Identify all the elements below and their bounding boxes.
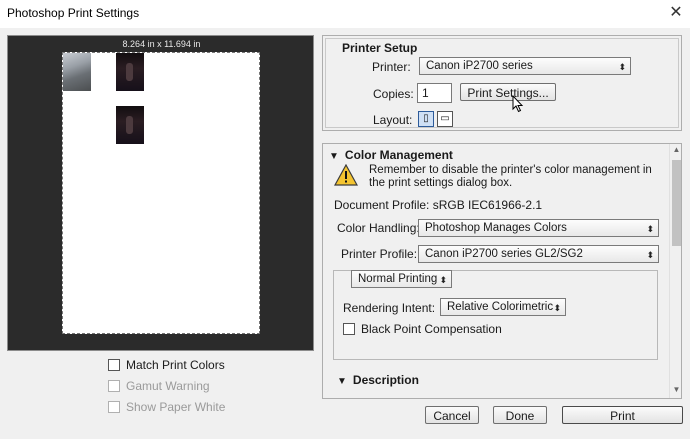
layout-label: Layout: — [373, 113, 413, 127]
printer-label: Printer: — [372, 60, 411, 74]
rendering-intent-select[interactable]: Relative Colorimetric ⬍ — [440, 298, 566, 316]
black-point-label: Black Point Compensation — [361, 322, 502, 336]
cancel-button[interactable]: Cancel — [425, 406, 479, 424]
close-icon[interactable]: ✕ — [665, 2, 687, 24]
scrollbar-thumb[interactable] — [672, 160, 681, 246]
printer-profile-label: Printer Profile: — [341, 247, 418, 261]
updown-arrow-icon: ⬍ — [646, 224, 654, 234]
print-mode-select[interactable]: Normal Printing ⬍ — [351, 270, 452, 288]
collapse-triangle-icon[interactable]: ▼ — [337, 376, 347, 387]
description-title: Description — [352, 373, 419, 387]
title-bar: Photoshop Print Settings ✕ — [0, 0, 690, 28]
checkbox-label: Match Print Colors — [126, 358, 225, 372]
updown-arrow-icon: ⬍ — [646, 250, 654, 260]
scroll-down-icon[interactable]: ▼ — [670, 385, 681, 394]
collapse-triangle-icon[interactable]: ▼ — [329, 151, 339, 162]
photo-thumbnail[interactable] — [116, 106, 144, 144]
rendering-intent-value: Relative Colorimetric — [447, 301, 554, 313]
paper-size-label: 8.264 in x 11.694 in — [122, 39, 201, 49]
description-header[interactable]: ▼ Description — [337, 373, 419, 387]
black-point-checkbox[interactable]: Black Point Compensation — [343, 320, 502, 338]
copies-input[interactable]: 1 — [417, 83, 452, 103]
checkbox-box — [108, 401, 120, 413]
window-title: Photoshop Print Settings — [7, 6, 140, 20]
printer-setup-title: Printer Setup — [342, 41, 418, 55]
printer-select-value: Canon iP2700 series — [426, 60, 533, 72]
printer-setup-panel: Printer Setup Printer: Canon iP2700 seri… — [322, 35, 682, 131]
printer-profile-value: Canon iP2700 series GL2/SG2 — [425, 248, 583, 260]
copies-label: Copies: — [373, 87, 414, 101]
color-handling-label: Color Handling: — [337, 221, 420, 235]
print-mode-value: Normal Printing — [358, 273, 438, 285]
color-management-header[interactable]: ▼ Color Management — [329, 148, 453, 162]
document-profile: Document Profile: sRGB IEC61966-2.1 — [334, 198, 543, 212]
photo-figure — [126, 63, 133, 81]
print-button[interactable]: Print — [562, 406, 683, 424]
rendering-intent-label: Rendering Intent: — [343, 301, 436, 315]
gamut-warning-checkbox: Gamut Warning — [108, 377, 210, 395]
warning-triangle-icon — [334, 164, 358, 186]
scroll-up-icon[interactable]: ▲ — [670, 145, 681, 154]
portrait-layout-icon[interactable]: ▯ — [418, 111, 434, 127]
checkbox-box[interactable] — [343, 323, 355, 335]
checkbox-label: Gamut Warning — [126, 379, 210, 393]
show-paper-white-checkbox: Show Paper White — [108, 398, 225, 416]
color-management-panel: ▼ Color Management Remember to disable th… — [322, 143, 682, 399]
warning-message: Remember to disable the printer's color … — [369, 164, 652, 189]
updown-arrow-icon: ⬍ — [439, 275, 447, 285]
print-preview: 8.264 in x 11.694 in — [7, 35, 314, 351]
mouse-cursor-icon — [512, 95, 524, 113]
printer-profile-select[interactable]: Canon iP2700 series GL2/SG2 ⬍ — [418, 245, 659, 263]
photo-thumbnail[interactable] — [116, 53, 144, 91]
checkbox-box[interactable] — [108, 359, 120, 371]
paper-sheet — [62, 52, 260, 334]
checkbox-label: Show Paper White — [126, 400, 226, 414]
printer-select[interactable]: Canon iP2700 series ⬍ — [419, 57, 631, 75]
done-button[interactable]: Done — [493, 406, 547, 424]
color-handling-value: Photoshop Manages Colors — [425, 222, 567, 234]
scrollbar[interactable]: ▲ ▼ — [669, 144, 681, 398]
match-print-colors-checkbox[interactable]: Match Print Colors — [108, 356, 225, 374]
photo-figure — [126, 116, 133, 134]
checkbox-box — [108, 380, 120, 392]
color-management-title: Color Management — [344, 148, 453, 162]
updown-arrow-icon: ⬍ — [553, 303, 561, 313]
updown-arrow-icon: ⬍ — [618, 62, 626, 72]
photo-thumbnail[interactable] — [63, 53, 91, 91]
printer-setup-inner: Printer Setup Printer: Canon iP2700 seri… — [325, 38, 679, 128]
print-settings-button[interactable]: Print Settings... — [460, 83, 556, 101]
color-handling-select[interactable]: Photoshop Manages Colors ⬍ — [418, 219, 659, 237]
landscape-layout-icon[interactable]: ▭ — [437, 111, 453, 127]
